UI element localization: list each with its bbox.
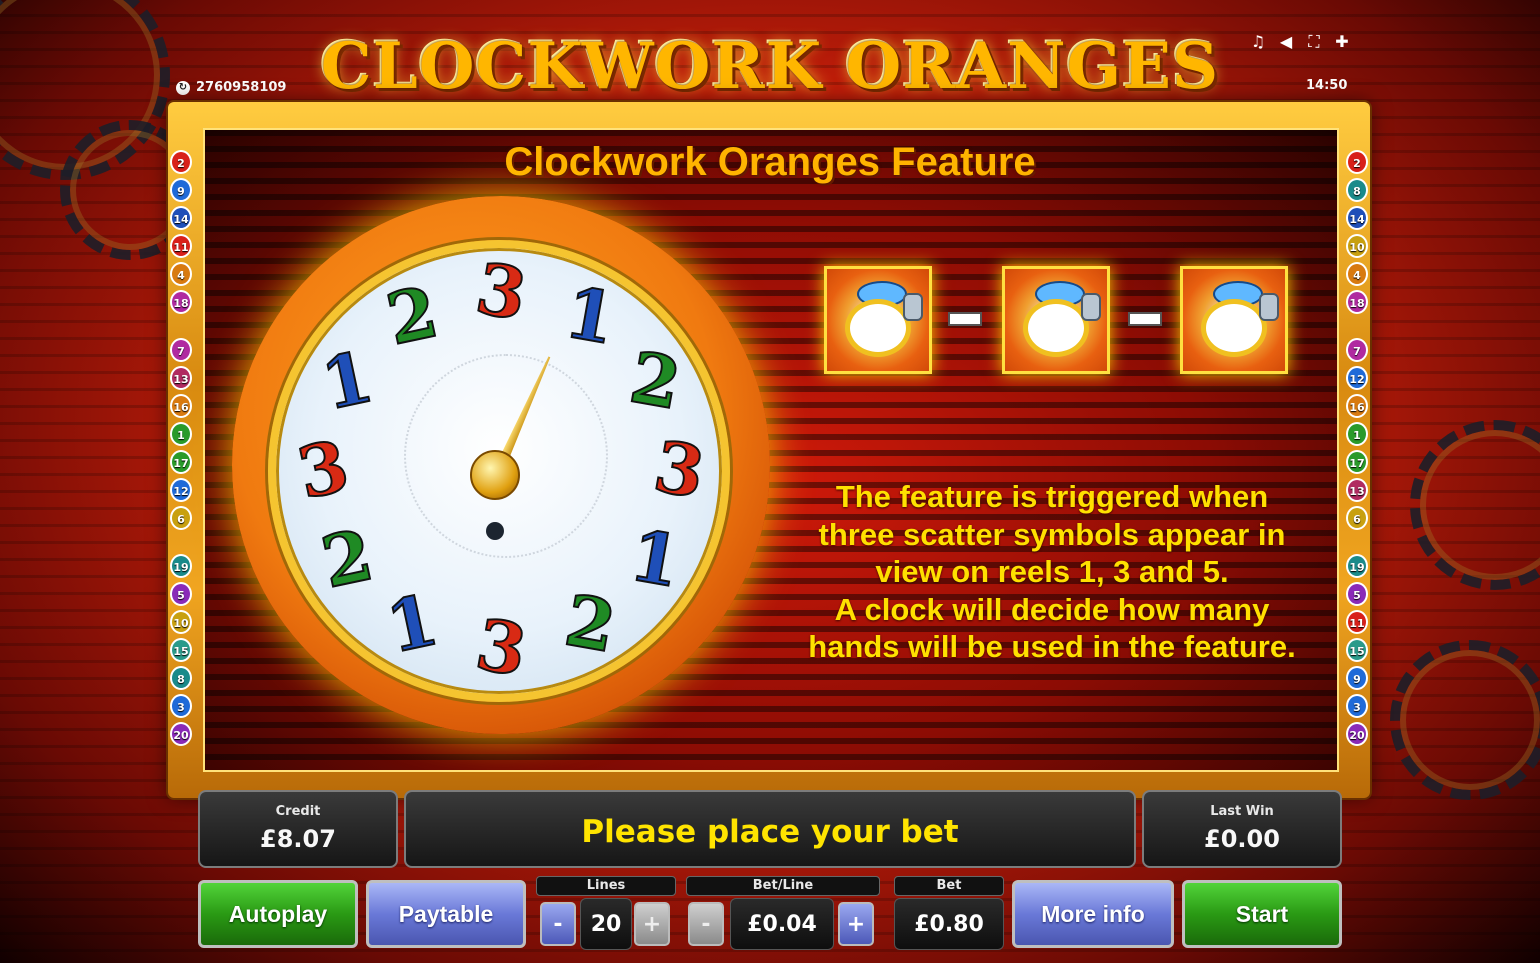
gear-decoration (1390, 640, 1540, 800)
description-line: view on reels 1, 3 and 5. (875, 554, 1229, 590)
payline-number[interactable]: 15 (170, 638, 192, 662)
bet-line-plus-button[interactable]: + (838, 902, 874, 946)
music-note-icon[interactable]: ♫ (1248, 32, 1268, 52)
session-id: ↻ 2760958109 (176, 80, 286, 95)
bet-line-minus-button[interactable]: - (688, 902, 724, 946)
payline-number[interactable]: 12 (1346, 366, 1368, 390)
scatter-symbol-reel-5 (1180, 266, 1288, 374)
payline-number[interactable]: 7 (1346, 338, 1368, 362)
payline-number[interactable]: 18 (1346, 290, 1368, 314)
autoplay-button[interactable]: Autoplay (198, 880, 358, 948)
payline-number[interactable]: 11 (170, 234, 192, 258)
payline-number[interactable]: 4 (170, 262, 192, 286)
fullscreen-icon[interactable]: ⛶ (1304, 32, 1324, 52)
settings-icon[interactable]: ✚ (1332, 32, 1352, 52)
lines-value: 20 (580, 898, 632, 950)
speaker-icon[interactable]: ◀ (1276, 32, 1296, 52)
payline-number[interactable]: 15 (1346, 638, 1368, 662)
payline-number[interactable]: 2 (1346, 150, 1368, 174)
bet-line-value: £0.04 (730, 898, 834, 950)
description-line: The feature is triggered when (835, 479, 1269, 514)
lines-label: Lines (536, 876, 676, 896)
credit-label: Credit (275, 804, 321, 819)
payline-number[interactable]: 13 (170, 366, 192, 390)
start-button[interactable]: Start (1182, 880, 1342, 948)
message-display: Please place your bet (404, 790, 1136, 868)
wind-up-key-icon (903, 293, 923, 321)
wind-up-key-icon (1259, 293, 1279, 321)
payline-number[interactable]: 17 (1346, 450, 1368, 474)
separator-dash (948, 312, 982, 326)
payline-number[interactable]: 14 (170, 206, 192, 230)
payline-number[interactable]: 5 (170, 582, 192, 606)
refresh-icon: ↻ (176, 80, 190, 95)
feature-description: The feature is triggered when three scat… (770, 478, 1334, 666)
payline-number[interactable]: 16 (170, 394, 192, 418)
payline-number[interactable]: 3 (170, 694, 192, 718)
payline-number[interactable]: 9 (170, 178, 192, 202)
clock-time: 14:50 (1306, 78, 1348, 93)
last-win-label: Last Win (1210, 804, 1274, 819)
paytable-button[interactable]: Paytable (366, 880, 526, 948)
scatter-symbol-reel-1 (824, 266, 932, 374)
clock-face-icon (845, 299, 911, 357)
bet-line-label: Bet/Line (686, 876, 880, 896)
bet-label: Bet (894, 876, 1004, 896)
payline-number[interactable]: 12 (170, 478, 192, 502)
payline-numbers-right: 2 8 14 10 4 18 7 12 16 1 17 13 6 19 5 11 15 9 3 20 (1346, 150, 1368, 746)
payline-number[interactable]: 7 (170, 338, 192, 362)
payline-number[interactable]: 16 (1346, 394, 1368, 418)
payline-number[interactable]: 6 (170, 506, 192, 530)
payline-number[interactable]: 3 (1346, 694, 1368, 718)
feature-title: Clockwork Oranges Feature (504, 140, 1036, 184)
description-line: three scatter symbols appear in (818, 516, 1286, 552)
payline-number[interactable]: 5 (1346, 582, 1368, 606)
scatter-symbol-reel-3 (1002, 266, 1110, 374)
payline-number[interactable]: 13 (1346, 478, 1368, 502)
payline-number[interactable]: 8 (1346, 178, 1368, 202)
clock-hub (470, 450, 520, 500)
description-line: A clock will decide how many (834, 591, 1270, 627)
lines-plus-button[interactable]: + (634, 902, 670, 946)
payline-number[interactable]: 1 (170, 422, 192, 446)
bet-value: £0.80 (894, 898, 1004, 950)
payline-number[interactable]: 20 (170, 722, 192, 746)
last-win-display: Last Win £0.00 (1142, 790, 1342, 868)
payline-number[interactable]: 1 (1346, 422, 1368, 446)
game-logo: CLOCKWORK ORANGES (320, 29, 1220, 104)
payline-number[interactable]: 18 (170, 290, 192, 314)
payline-numbers-left: 2 9 14 11 4 18 7 13 16 1 17 12 6 19 5 10 15 8 3 20 (170, 150, 192, 746)
payline-number[interactable]: 4 (1346, 262, 1368, 286)
status-message: Please place your bet (581, 814, 959, 850)
payline-number[interactable]: 9 (1346, 666, 1368, 690)
session-id-value: 2760958109 (196, 80, 287, 95)
payline-number[interactable]: 19 (170, 554, 192, 578)
clock-face-icon (1201, 299, 1267, 357)
credit-value: £8.07 (260, 825, 336, 853)
credit-display: Credit £8.07 (198, 790, 398, 868)
last-win-value: £0.00 (1204, 825, 1280, 853)
payline-number[interactable]: 11 (1346, 610, 1368, 634)
payline-number[interactable]: 20 (1346, 722, 1368, 746)
payline-number[interactable]: 19 (1346, 554, 1368, 578)
description-line: hands will be used in the feature. (808, 629, 1296, 665)
payline-number[interactable]: 8 (170, 666, 192, 690)
payline-number[interactable]: 17 (170, 450, 192, 474)
separator-dash (1128, 312, 1162, 326)
payline-number[interactable]: 10 (170, 610, 192, 634)
payline-number[interactable]: 10 (1346, 234, 1368, 258)
top-toolbar: ♫ ◀ ⛶ ✚ (1248, 32, 1352, 52)
clock-dot (486, 522, 504, 540)
clock-face-icon (1023, 299, 1089, 357)
payline-number[interactable]: 2 (170, 150, 192, 174)
lines-minus-button[interactable]: - (540, 902, 576, 946)
payline-number[interactable]: 6 (1346, 506, 1368, 530)
payline-number[interactable]: 14 (1346, 206, 1368, 230)
more-info-button[interactable]: More info (1012, 880, 1174, 948)
wind-up-key-icon (1081, 293, 1101, 321)
